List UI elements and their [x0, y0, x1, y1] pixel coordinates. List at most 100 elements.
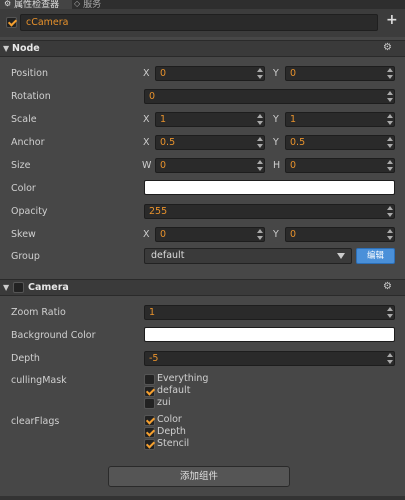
clear-flags-label: clearFlags [11, 416, 60, 427]
skew-x-value: 0 [160, 229, 167, 240]
size-h-value: 0 [290, 160, 297, 171]
anchor-y-value: 0.5 [290, 137, 306, 148]
add-icon[interactable]: + [386, 12, 398, 28]
chevron-down-icon [337, 253, 345, 259]
zoom-ratio-field[interactable]: 1 [144, 305, 395, 320]
add-component-button[interactable]: 添加组件 [108, 466, 290, 487]
anchor-y-stepper[interactable] [386, 137, 393, 148]
culling-default-label: default [157, 385, 191, 396]
collapse-arrow-icon[interactable]: ▼ [3, 283, 9, 292]
size-w-value: 0 [160, 160, 167, 171]
clear-color-checkbox[interactable] [144, 415, 155, 426]
node-name-row: cCamera + [0, 9, 405, 37]
clear-depth-checkbox[interactable] [144, 427, 155, 438]
collapse-arrow-icon[interactable]: ▼ [3, 44, 9, 53]
camera-section-title: Camera [28, 282, 69, 293]
opacity-field[interactable]: 255 [144, 204, 395, 219]
position-x-axis: X [143, 68, 150, 79]
node-enabled-checkbox[interactable] [6, 17, 17, 28]
color-swatch[interactable] [144, 180, 395, 195]
position-y-field[interactable]: 0 [285, 66, 395, 81]
opacity-stepper[interactable] [386, 206, 393, 217]
scale-label: Scale [11, 114, 37, 125]
anchor-y-axis: Y [273, 137, 279, 148]
position-y-stepper[interactable] [386, 68, 393, 79]
opacity-value: 255 [149, 206, 168, 217]
size-h-axis: H [273, 160, 281, 171]
background-color-swatch[interactable] [144, 327, 395, 342]
anchor-x-stepper[interactable] [256, 137, 263, 148]
position-x-value: 0 [160, 68, 167, 79]
zoom-ratio-label: Zoom Ratio [11, 307, 66, 318]
skew-y-field[interactable]: 0 [285, 227, 395, 242]
size-h-stepper[interactable] [386, 160, 393, 171]
depth-label: Depth [11, 353, 40, 364]
group-select[interactable]: default [144, 248, 352, 264]
scale-x-field[interactable]: 1 [155, 112, 265, 127]
tab-service[interactable]: ◇ 服务 [74, 0, 101, 9]
anchor-x-value: 0.5 [160, 137, 176, 148]
background-color-label: Background Color [11, 330, 96, 341]
scale-y-value: 1 [290, 114, 297, 125]
culling-zui-checkbox[interactable] [144, 398, 155, 409]
camera-enabled-checkbox[interactable] [13, 282, 24, 293]
position-x-stepper[interactable] [256, 68, 263, 79]
tab-inspector-label: 属性检查器 [14, 0, 60, 9]
depth-value: -5 [149, 353, 159, 364]
rotation-field[interactable]: 0 [144, 89, 395, 104]
skew-x-field[interactable]: 0 [155, 227, 265, 242]
culling-zui-label: zui [157, 397, 171, 408]
depth-field[interactable]: -5 [144, 351, 395, 366]
gear-icon[interactable]: ⚙ [383, 42, 392, 53]
culling-everything-checkbox[interactable] [144, 374, 155, 385]
size-w-axis: W [142, 160, 152, 171]
eye-icon: ◇ [74, 0, 81, 8]
clear-depth-label: Depth [157, 426, 186, 437]
depth-stepper[interactable] [386, 353, 393, 364]
node-section-title: Node [12, 43, 40, 54]
clear-stencil-label: Stencil [157, 438, 190, 449]
scale-y-stepper[interactable] [386, 114, 393, 125]
node-section-header[interactable]: ▼ Node ⚙ [0, 40, 405, 57]
position-y-axis: Y [273, 68, 279, 79]
rotation-value: 0 [149, 91, 156, 102]
position-label: Position [11, 68, 48, 79]
position-y-value: 0 [290, 68, 297, 79]
size-label: Size [11, 160, 31, 171]
zoom-ratio-value: 1 [149, 307, 156, 318]
color-label: Color [11, 183, 36, 194]
rotation-stepper[interactable] [386, 91, 393, 102]
group-select-value: default [151, 250, 185, 261]
gear-icon[interactable]: ⚙ [383, 281, 392, 292]
scale-y-field[interactable]: 1 [285, 112, 395, 127]
tab-inspector[interactable]: ⚙ 属性检查器 [0, 0, 72, 9]
opacity-label: Opacity [11, 206, 48, 217]
size-h-field[interactable]: 0 [285, 158, 395, 173]
bottom-bar [0, 496, 405, 500]
culling-mask-label: cullingMask [11, 375, 67, 386]
skew-y-stepper[interactable] [386, 229, 393, 240]
zoom-ratio-stepper[interactable] [386, 307, 393, 318]
clear-stencil-checkbox[interactable] [144, 439, 155, 450]
camera-section-header[interactable]: ▼ Camera ⚙ [0, 279, 405, 296]
skew-x-axis: X [143, 229, 150, 240]
group-label: Group [11, 251, 40, 262]
scale-x-stepper[interactable] [256, 114, 263, 125]
skew-y-axis: Y [273, 229, 279, 240]
scale-x-value: 1 [160, 114, 167, 125]
scale-x-axis: X [143, 114, 150, 125]
anchor-x-field[interactable]: 0.5 [155, 135, 265, 150]
size-w-field[interactable]: 0 [155, 158, 265, 173]
node-name-input[interactable]: cCamera [20, 14, 378, 31]
position-x-field[interactable]: 0 [155, 66, 265, 81]
edit-group-button[interactable]: 编辑 [356, 248, 395, 264]
culling-default-checkbox[interactable] [144, 386, 155, 397]
skew-x-stepper[interactable] [256, 229, 263, 240]
anchor-y-field[interactable]: 0.5 [285, 135, 395, 150]
size-w-stepper[interactable] [256, 160, 263, 171]
scale-y-axis: Y [273, 114, 279, 125]
anchor-x-axis: X [143, 137, 150, 148]
anchor-label: Anchor [11, 137, 45, 148]
tab-bar: ⚙ 属性检查器 ◇ 服务 [0, 0, 405, 9]
settings-icon: ⚙ [4, 0, 12, 8]
